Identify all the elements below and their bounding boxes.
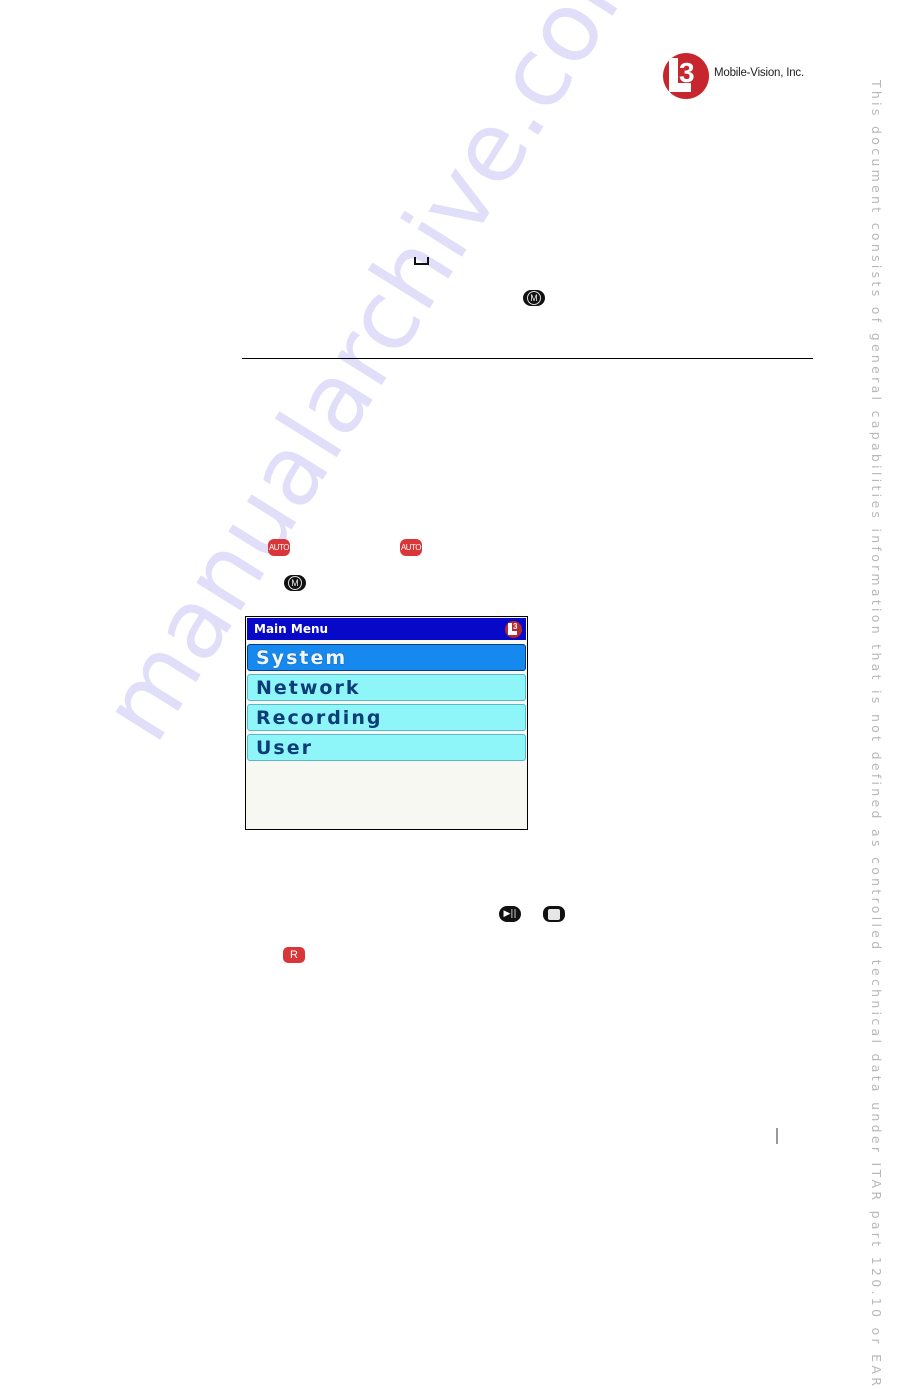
- l3-logo-icon: 3: [663, 53, 709, 99]
- side-notice-text: This document consists of general capabi…: [869, 80, 884, 1389]
- record-button-icon: R: [283, 947, 305, 963]
- section-divider: [242, 358, 813, 359]
- main-menu-title: Main Menu: [254, 622, 329, 636]
- auto-button-icon: AUTO: [268, 539, 290, 556]
- page-number-separator: [776, 1128, 778, 1144]
- menu-item-recording[interactable]: Recording: [247, 704, 526, 731]
- menu-item-user[interactable]: User: [247, 734, 526, 761]
- menu-item-system[interactable]: System: [247, 644, 526, 671]
- main-menu-title-bar: Main Menu 3: [247, 618, 526, 640]
- menu-item-network[interactable]: Network: [247, 674, 526, 701]
- l3-logo-icon: 3: [505, 621, 522, 638]
- stop-button-icon: [543, 906, 565, 922]
- space-key-icon: [414, 257, 429, 265]
- main-menu-list: System Network Recording User: [247, 644, 526, 764]
- menu-button-icon: M: [523, 290, 545, 306]
- menu-button-icon: M: [284, 575, 306, 591]
- auto-button-icon: AUTO: [400, 539, 422, 556]
- play-pause-button-icon: ▶||: [499, 906, 521, 922]
- company-name: Mobile-Vision, Inc.: [714, 67, 804, 79]
- side-notice: This document consists of general capabi…: [866, 80, 886, 1389]
- main-menu-screen: Main Menu 3 System Network Recording Use…: [245, 616, 528, 830]
- company-logo: 3 Mobile-Vision, Inc.: [663, 53, 823, 99]
